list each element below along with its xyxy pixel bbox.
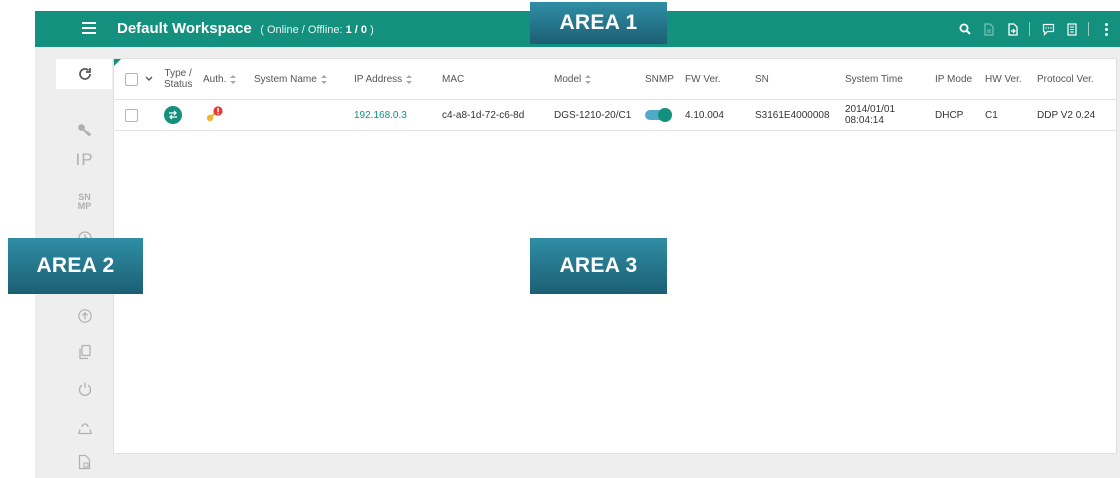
export-icon[interactable] bbox=[1002, 18, 1024, 40]
key-alert-icon bbox=[206, 106, 223, 122]
table-header: Type / Status Auth. System Name IP Addres… bbox=[114, 59, 1116, 100]
col-system-time[interactable]: System Time bbox=[845, 59, 903, 99]
status-count: 1 / 0 bbox=[345, 24, 368, 36]
col-system-time-label: System Time bbox=[845, 73, 903, 85]
row-system-clock: 08:04:14 bbox=[845, 115, 884, 126]
row-system-time: 2014/01/01 08:04:14 bbox=[845, 100, 895, 130]
document-icon[interactable] bbox=[978, 18, 1000, 40]
status-suffix: ) bbox=[367, 24, 374, 36]
col-ip-address[interactable]: IP Address bbox=[354, 59, 413, 99]
row-ip-address-link[interactable]: 192.168.0.3 bbox=[354, 100, 407, 130]
workspace-title-group: Default Workspace ( Online / Offline: 1 … bbox=[117, 20, 374, 38]
col-system-name-label: System Name bbox=[254, 73, 317, 85]
status-prefix: ( Online / Offline: bbox=[260, 24, 346, 36]
row-checkbox[interactable] bbox=[125, 108, 138, 122]
hamburger-menu-icon[interactable] bbox=[82, 22, 96, 36]
message-icon[interactable] bbox=[1037, 18, 1059, 40]
online-offline-status: ( Online / Offline: 1 / 0 ) bbox=[260, 24, 374, 36]
col-sn-label: SN bbox=[755, 73, 769, 85]
area-3-label: AREA 3 bbox=[530, 238, 667, 294]
col-ip-mode-label: IP Mode bbox=[935, 73, 973, 85]
row-system-date: 2014/01/01 bbox=[845, 104, 896, 115]
toolbar-divider bbox=[1088, 22, 1089, 36]
col-auth-label: Auth. bbox=[203, 73, 227, 85]
col-model-label: Model bbox=[554, 73, 582, 85]
sort-icon bbox=[406, 74, 413, 84]
col-type-status[interactable]: Type / Status bbox=[164, 59, 192, 99]
col-protocol-ver[interactable]: Protocol Ver. bbox=[1037, 59, 1094, 99]
upload-icon[interactable] bbox=[56, 303, 113, 329]
select-all-group bbox=[125, 59, 153, 99]
col-snmp[interactable]: SNMP bbox=[645, 59, 674, 99]
col-auth[interactable]: Auth. bbox=[203, 59, 237, 99]
sort-icon bbox=[320, 74, 327, 84]
col-system-name[interactable]: System Name bbox=[254, 59, 327, 99]
header-toolbar bbox=[952, 11, 1112, 47]
log-icon[interactable] bbox=[1061, 18, 1083, 40]
ip-icon[interactable]: IP bbox=[56, 147, 113, 173]
col-mac[interactable]: MAC bbox=[442, 59, 464, 99]
refresh-icon bbox=[78, 68, 91, 80]
col-fw-ver-label: FW Ver. bbox=[685, 73, 721, 85]
reset-icon[interactable] bbox=[56, 415, 113, 441]
row-mac: c4-a8-1d-72-c6-8d bbox=[442, 109, 525, 121]
copy-icon[interactable] bbox=[56, 339, 113, 365]
search-icon[interactable] bbox=[954, 18, 976, 40]
chevron-down-icon[interactable] bbox=[145, 76, 153, 82]
snmp-icon-line2: MP bbox=[77, 201, 92, 211]
row-fw-ver: 4.10.004 bbox=[685, 109, 724, 121]
switch-icon bbox=[164, 106, 182, 124]
power-icon[interactable] bbox=[56, 376, 113, 402]
sort-icon bbox=[585, 74, 592, 84]
row-ip-mode: DHCP bbox=[935, 109, 964, 121]
sort-icon bbox=[230, 74, 237, 84]
area-2-label: AREA 2 bbox=[8, 238, 143, 294]
col-mac-label: MAC bbox=[442, 73, 465, 85]
col-type-line2: Status bbox=[164, 79, 193, 90]
col-protocol-ver-label: Protocol Ver. bbox=[1037, 73, 1094, 85]
snmp-icon[interactable]: SN MP bbox=[56, 189, 113, 215]
area-1-label: AREA 1 bbox=[530, 2, 667, 44]
col-model[interactable]: Model bbox=[554, 59, 592, 99]
file-icon[interactable] bbox=[56, 449, 113, 475]
col-ip-address-label: IP Address bbox=[354, 73, 403, 85]
row-protocol-ver: DDP V2 0.24 bbox=[1037, 109, 1096, 121]
col-fw-ver[interactable]: FW Ver. bbox=[685, 59, 721, 99]
row-snmp bbox=[645, 100, 672, 130]
col-ip-mode[interactable]: IP Mode bbox=[935, 59, 972, 99]
refresh-button[interactable] bbox=[56, 59, 113, 89]
row-model: DGS-1210-20/C1 bbox=[554, 109, 632, 121]
col-type-line1: Type / bbox=[164, 68, 192, 79]
row-select bbox=[125, 100, 138, 130]
col-hw-ver[interactable]: HW Ver. bbox=[985, 59, 1022, 99]
key-icon[interactable] bbox=[56, 117, 113, 143]
col-sn[interactable]: SN bbox=[755, 59, 769, 99]
row-sn: S3161E4000008 bbox=[755, 109, 830, 121]
select-all-checkbox[interactable] bbox=[125, 72, 138, 86]
table-row[interactable]: 192.168.0.3 c4-a8-1d-72-c6-8d DGS-1210-2… bbox=[114, 100, 1116, 131]
col-hw-ver-label: HW Ver. bbox=[985, 73, 1022, 85]
more-vert-icon[interactable] bbox=[1100, 22, 1112, 36]
toolbar-divider bbox=[1029, 22, 1030, 36]
col-snmp-label: SNMP bbox=[645, 73, 674, 85]
snmp-toggle[interactable] bbox=[645, 108, 672, 122]
row-auth bbox=[204, 100, 224, 130]
row-type bbox=[164, 100, 182, 130]
workspace-title: Default Workspace bbox=[117, 20, 252, 37]
row-hw-ver: C1 bbox=[985, 109, 998, 121]
